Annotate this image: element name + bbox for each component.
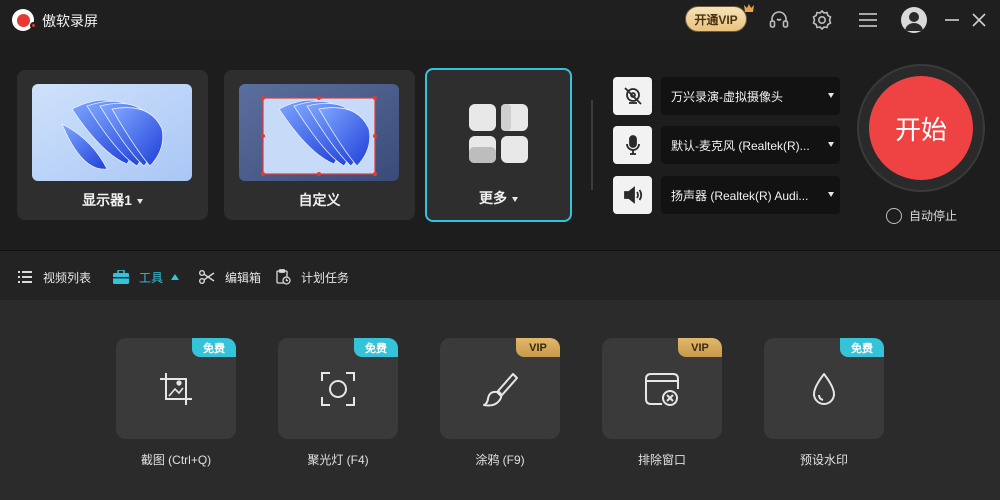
exclude-window-icon (642, 369, 682, 409)
list-icon (17, 269, 33, 285)
toolbox-icon (113, 269, 129, 285)
tool-screenshot[interactable]: 免费 (116, 338, 236, 439)
tool-tabs-bar: 视频列表 工具 编辑箱 计划任务 (0, 250, 1000, 300)
chevron-up-icon (171, 274, 180, 280)
tool-watermark-label: 预设水印 (799, 453, 848, 467)
tab-tools-label: 工具 (139, 270, 164, 285)
tab-edit-box[interactable]: 编辑箱 (199, 268, 261, 286)
app-logo-icon (12, 9, 37, 31)
crown-icon (744, 4, 754, 12)
tab-video-list-label: 视频列表 (43, 270, 92, 285)
free-badge: 免费 (192, 338, 236, 357)
dropdown-arrow-icon (828, 192, 834, 197)
app-title: 傲软录屏 (42, 13, 98, 29)
speaker-select-value: 扬声器 (Realtek(R) Audi... (671, 188, 809, 203)
tool-exclude-window-label: 排除窗口 (637, 453, 686, 467)
tool-spotlight-label: 聚光灯 (F4) (307, 453, 369, 467)
source-custom-card[interactable]: 自定义 (224, 70, 415, 220)
microphone-select[interactable]: 默认-麦克风 (Realtek(R)... (661, 126, 840, 164)
divider (591, 100, 593, 190)
free-badge: 免费 (354, 338, 398, 357)
headset-icon[interactable] (767, 8, 791, 32)
auto-stop-radio[interactable] (886, 207, 902, 224)
auto-stop-label: 自动停止 (909, 209, 958, 223)
tool-doodle-label: 涂鸦 (F9) (475, 453, 525, 467)
tab-scheduled-tasks-label: 计划任务 (301, 270, 350, 285)
microphone-select-value: 默认-麦克风 (Realtek(R)... (671, 138, 810, 153)
spotlight-icon (318, 369, 358, 409)
tool-exclude-window[interactable]: VIP (602, 338, 722, 439)
brush-icon (480, 369, 520, 409)
settings-gear-icon[interactable] (810, 8, 834, 32)
minimize-icon[interactable] (940, 8, 964, 32)
source-custom-label: 自定义 (298, 192, 341, 208)
monitor-thumbnail (32, 84, 192, 181)
chevron-down-icon (512, 196, 518, 202)
menu-icon[interactable] (856, 8, 880, 32)
custom-region-thumbnail (239, 84, 399, 181)
start-record-button[interactable]: 开始 (869, 76, 973, 180)
microphone-icon[interactable] (613, 126, 652, 164)
vip-badge: VIP (678, 338, 722, 357)
speaker-select[interactable]: 扬声器 (Realtek(R) Audi... (661, 176, 840, 214)
recording-source-panel: 显示器1 自定义 更多 万兴录演-虚拟摄像头 默认-麦克风 (Realtek(R… (0, 40, 1000, 250)
avatar-icon[interactable] (901, 7, 927, 33)
tool-screenshot-label: 截图 (Ctrl+Q) (140, 453, 212, 467)
tab-video-list[interactable]: 视频列表 (17, 268, 91, 286)
tab-tools[interactable]: 工具 (113, 268, 180, 286)
source-monitor-label: 显示器1 (82, 192, 132, 208)
speaker-icon[interactable] (613, 176, 652, 214)
source-more-card[interactable]: 更多 (425, 68, 572, 222)
source-more-label: 更多 (479, 190, 507, 206)
more-grid-icon (468, 103, 530, 165)
tab-edit-box-label: 编辑箱 (225, 270, 262, 285)
free-badge: 免费 (840, 338, 884, 357)
tools-panel: 免费 截图 (Ctrl+Q) 免费 聚光灯 (F4) VIP 涂鸦 (F9) V… (0, 300, 1000, 500)
camera-select-value: 万兴录演-虚拟摄像头 (671, 89, 783, 104)
tab-scheduled-tasks[interactable]: 计划任务 (275, 268, 349, 286)
tool-watermark[interactable]: 免费 (764, 338, 884, 439)
tool-spotlight[interactable]: 免费 (278, 338, 398, 439)
crop-screenshot-icon (156, 369, 196, 409)
scissors-icon (199, 269, 215, 285)
chevron-down-icon (136, 198, 143, 204)
open-vip-button[interactable]: 开通VIP (685, 6, 747, 32)
tool-doodle[interactable]: VIP (440, 338, 560, 439)
schedule-task-icon (275, 269, 291, 285)
auto-stop-option[interactable]: 自动停止 (886, 207, 957, 224)
dropdown-arrow-icon (828, 93, 834, 98)
close-icon[interactable] (967, 8, 991, 32)
dropdown-arrow-icon (828, 142, 834, 147)
watermark-drop-icon (804, 369, 844, 409)
source-monitor-card[interactable]: 显示器1 (17, 70, 208, 220)
title-bar: 傲软录屏 开通VIP (0, 0, 1000, 40)
camera-select[interactable]: 万兴录演-虚拟摄像头 (661, 77, 840, 115)
vip-badge: VIP (516, 338, 560, 357)
camera-off-icon[interactable] (613, 77, 652, 115)
